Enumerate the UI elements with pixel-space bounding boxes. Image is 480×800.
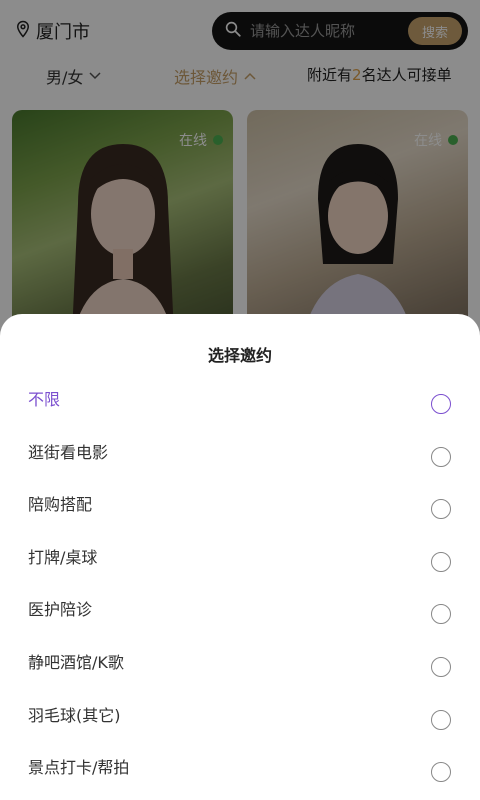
option-item[interactable]: 不限 <box>0 386 480 438</box>
option-item[interactable]: 景点打卡/帮拍 <box>0 754 480 800</box>
option-label: 医护陪诊 <box>28 600 93 619</box>
radio-circle-icon[interactable] <box>431 552 451 572</box>
radio-circle-icon[interactable] <box>431 447 451 467</box>
option-label: 静吧酒馆/K歌 <box>28 653 124 672</box>
radio-circle-icon[interactable] <box>431 710 451 730</box>
option-item[interactable]: 医护陪诊 <box>0 596 480 648</box>
option-item[interactable]: 羽毛球(其它) <box>0 702 480 754</box>
sheet-title: 选择邀约 <box>207 346 272 365</box>
option-item[interactable]: 静吧酒馆/K歌 <box>0 649 480 701</box>
option-item[interactable]: 逛街看电影 <box>0 439 480 491</box>
option-label: 打牌/桌球 <box>28 548 98 567</box>
option-label: 羽毛球(其它) <box>28 706 121 725</box>
option-label: 逛街看电影 <box>28 443 109 462</box>
option-item[interactable]: 打牌/桌球 <box>0 544 480 596</box>
option-label: 陪购搭配 <box>28 495 93 514</box>
option-item[interactable]: 陪购搭配 <box>0 491 480 543</box>
radio-circle-icon[interactable] <box>431 499 451 519</box>
radio-circle-icon[interactable] <box>431 604 451 624</box>
invite-bottom-sheet: 选择邀约 不限 逛街看电影 陪购搭配 打牌/桌球 医护陪诊 静吧酒馆/K歌 羽毛… <box>0 314 480 800</box>
radio-circle-icon[interactable] <box>431 762 451 782</box>
radio-circle-icon[interactable] <box>431 394 451 414</box>
option-label: 景点打卡/帮拍 <box>28 758 130 777</box>
radio-circle-icon[interactable] <box>431 657 451 677</box>
option-label: 不限 <box>28 390 61 409</box>
